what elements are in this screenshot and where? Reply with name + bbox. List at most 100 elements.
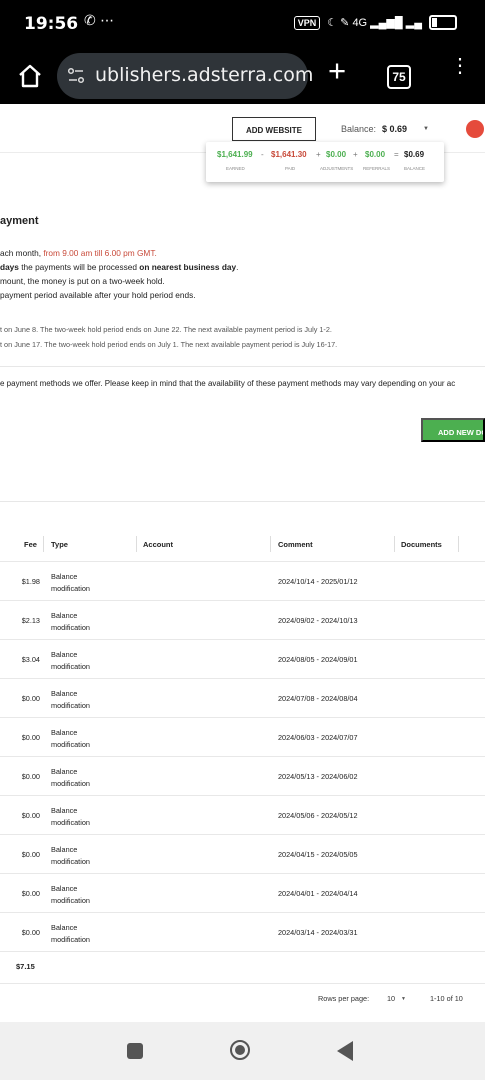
status-time: 19:56 <box>24 14 79 34</box>
url-text[interactable]: ublishers.adsterra.com <box>95 64 313 86</box>
table-row[interactable]: $0.00 Balance modification 2024/04/01 - … <box>0 873 485 913</box>
comment-cell: 2024/04/15 - 2024/05/05 <box>278 850 358 859</box>
example-note-1: t on June 8. The two-week hold period en… <box>0 325 332 334</box>
comment-cell: 2024/05/06 - 2024/05/12 <box>278 811 358 820</box>
type-cell: Balance modification <box>51 923 90 944</box>
payment-time-prefix: ach month, <box>0 248 44 258</box>
comment-cell: 2024/03/14 - 2024/03/31 <box>278 928 358 937</box>
table-row[interactable]: $2.13 Balance modification 2024/09/02 - … <box>0 600 485 640</box>
column-divider <box>136 536 137 552</box>
documents-header[interactable]: Documents <box>401 540 442 549</box>
browser-toolbar: ublishers.adsterra.com + 75 ⋮ <box>0 48 485 104</box>
plus-operator: + <box>316 150 321 159</box>
payment-methods-text: e payment methods we offer. Please keep … <box>0 379 456 388</box>
comment-cell: 2024/08/05 - 2024/09/01 <box>278 655 358 664</box>
business-day-text: the payments will be processed <box>18 262 140 272</box>
balance-dropdown-icon[interactable]: ▼ <box>423 126 429 132</box>
type-cell: Balance modification <box>51 884 90 905</box>
adjustments-label: ADJUSTMENTS <box>320 166 354 171</box>
paid-label: PAID <box>285 166 296 171</box>
rows-per-page-label: Rows per page: <box>318 994 370 1003</box>
account-header[interactable]: Account <box>143 540 173 549</box>
battery-icon <box>429 15 457 30</box>
equals-operator: = <box>394 150 399 159</box>
type-cell: Balance modification <box>51 806 90 827</box>
fee-header[interactable]: Fee <box>24 540 37 549</box>
add-new-document-button[interactable]: ADD NEW DO <box>421 418 485 442</box>
fee-cell: $0.00 <box>21 811 40 820</box>
payment-section-title: ayment <box>0 215 39 227</box>
business-day-line: days the payments will be processed on n… <box>0 262 238 272</box>
plus-operator: + <box>353 150 358 159</box>
vpn-icon: VPN <box>293 15 321 30</box>
adjustments-value: $0.00 <box>326 150 347 159</box>
payment-time-line: ach month, from 9.00 am till 6.00 pm GMT… <box>0 248 157 258</box>
table-row[interactable]: $0.00 Balance modification 2024/03/14 - … <box>0 912 485 952</box>
period-line: payment period available after your hold… <box>0 290 196 300</box>
fee-cell: $3.04 <box>21 655 40 664</box>
paid-value: $1,641.30 <box>271 150 307 159</box>
balance-label: Balance: <box>341 124 377 134</box>
section-divider <box>0 366 485 367</box>
column-divider <box>270 536 271 552</box>
balance-summary-popup: $1,641.99 - $1,641.30 + $0.00 + $0.00 = … <box>206 142 444 182</box>
payment-time-window: from 9.00 am till 6.00 pm GMT. <box>43 248 157 258</box>
pagination-range: 1-10 of 10 <box>430 994 463 1003</box>
business-day-period: . <box>236 262 239 272</box>
more-menu-icon[interactable]: ⋮ <box>450 56 470 76</box>
profile-icon[interactable] <box>466 120 484 138</box>
home-nav-icon[interactable] <box>230 1040 250 1060</box>
fee-cell: $0.00 <box>21 889 40 898</box>
plus-icon[interactable]: + <box>328 55 346 86</box>
site-settings-icon[interactable] <box>66 66 86 86</box>
fee-cell: $0.00 <box>21 694 40 703</box>
table-row[interactable]: $3.04 Balance modification 2024/08/05 - … <box>0 639 485 679</box>
type-cell: Balance modification <box>51 611 90 632</box>
address-bar[interactable]: ublishers.adsterra.com <box>57 53 313 99</box>
square-nav-icon[interactable] <box>127 1043 143 1059</box>
fee-cell: $1.98 <box>21 577 40 586</box>
column-divider <box>458 536 459 552</box>
chevron-down-icon[interactable]: ▼ <box>401 996 406 1002</box>
minus-operator: - <box>261 150 264 159</box>
total-fee: $7.15 <box>16 962 35 971</box>
fee-cell: $0.00 <box>21 850 40 859</box>
balance-value[interactable]: $ 0.69 <box>382 124 407 134</box>
fee-cell: $2.13 <box>21 616 40 625</box>
earned-value: $1,641.99 <box>217 150 253 159</box>
comment-cell: 2024/05/13 - 2024/06/02 <box>278 772 358 781</box>
comment-cell: 2024/09/02 - 2024/10/13 <box>278 616 358 625</box>
comment-header[interactable]: Comment <box>278 540 313 549</box>
comment-cell: 2024/04/01 - 2024/04/14 <box>278 889 358 898</box>
balance-result-value: $0.69 <box>404 150 425 159</box>
status-right-icons: VPN ☾ ✎ 4G ▂▄▆█ ▂▄ <box>293 15 457 30</box>
type-cell: Balance modification <box>51 689 90 710</box>
total-row: $7.15 <box>0 951 485 984</box>
table-row[interactable]: $1.98 Balance modification 2024/10/14 - … <box>0 561 485 601</box>
table-row[interactable]: $0.00 Balance modification 2024/07/08 - … <box>0 678 485 718</box>
tabs-icon[interactable]: 75 <box>387 65 411 89</box>
pagination: Rows per page: 10 ▼ 1-10 of 10 <box>0 983 485 1017</box>
fee-cell: $0.00 <box>21 733 40 742</box>
comment-cell: 2024/07/08 - 2024/08/04 <box>278 694 358 703</box>
hold-line: mount, the money is put on a two-week ho… <box>0 276 165 286</box>
home-icon[interactable] <box>16 62 44 90</box>
days-bold: days <box>0 262 19 272</box>
android-navigation-bar <box>0 1022 485 1080</box>
signal-icons: ☾ ✎ 4G ▂▄▆█ ▂▄ <box>327 17 422 29</box>
type-cell: Balance modification <box>51 767 90 788</box>
add-website-button[interactable]: ADD WEBSITE <box>232 117 316 141</box>
status-notification-icons: ✆ ⋯ <box>84 13 115 29</box>
rows-per-page-select[interactable]: 10 <box>387 994 395 1003</box>
type-header[interactable]: Type <box>51 540 68 549</box>
column-divider <box>43 536 44 552</box>
referrals-value: $0.00 <box>365 150 386 159</box>
comment-cell: 2024/06/03 - 2024/07/07 <box>278 733 358 742</box>
table-row[interactable]: $0.00 Balance modification 2024/05/06 - … <box>0 795 485 835</box>
table-row[interactable]: $0.00 Balance modification 2024/04/15 - … <box>0 834 485 874</box>
back-nav-icon[interactable] <box>337 1041 353 1061</box>
comment-cell: 2024/10/14 - 2025/01/12 <box>278 577 358 586</box>
table-row[interactable]: $0.00 Balance modification 2024/05/13 - … <box>0 756 485 796</box>
table-row[interactable]: $0.00 Balance modification 2024/06/03 - … <box>0 717 485 757</box>
earned-label: EARNED <box>226 166 245 171</box>
